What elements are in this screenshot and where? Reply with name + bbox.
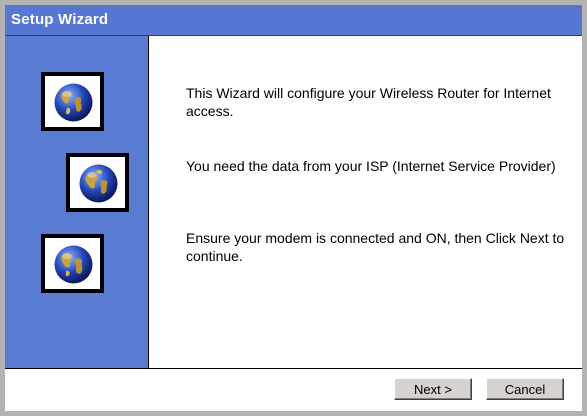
cancel-button[interactable]: Cancel: [486, 378, 564, 400]
setup-wizard-window: Setup Wizard This Wizard will configure …: [0, 0, 587, 416]
globe-icon: [54, 245, 93, 284]
globe-icon: [54, 83, 93, 122]
wizard-content: This Wizard will configure your Wireless…: [149, 36, 582, 368]
globe-icon: [79, 164, 118, 203]
button-bar: Next > Cancel: [5, 368, 582, 411]
next-button[interactable]: Next >: [394, 378, 472, 400]
sidebar-panel: [5, 36, 149, 368]
intro-text: This Wizard will configure your Wireless…: [186, 85, 551, 119]
globe-image-frame: [41, 72, 104, 131]
globe-image-frame: [41, 234, 104, 293]
isp-data-text: You need the data from your ISP (Interne…: [186, 158, 556, 174]
globe-image-frame: [66, 153, 129, 212]
modem-instruction-text: Ensure your modem is connected and ON, t…: [186, 230, 565, 264]
window-title: Setup Wizard: [11, 11, 109, 28]
title-bar: Setup Wizard: [5, 5, 582, 36]
